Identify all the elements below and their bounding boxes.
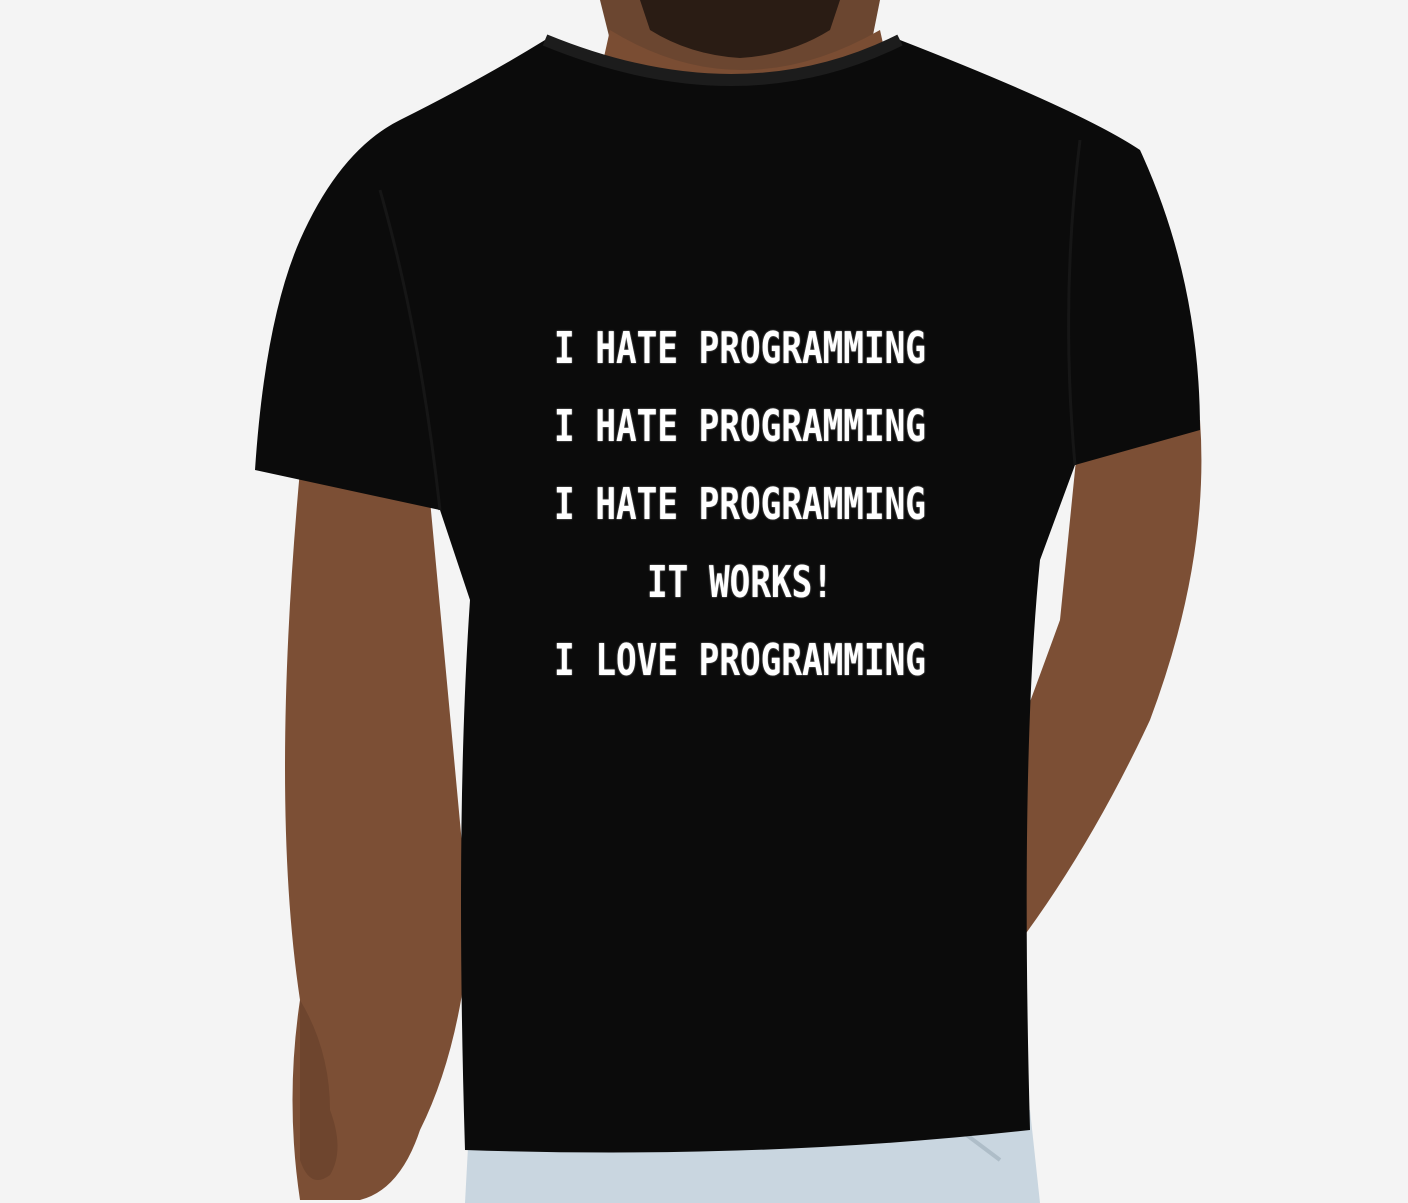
print-line: I LOVE PROGRAMMING (554, 635, 926, 686)
print-line: I HATE PROGRAMMING (554, 479, 926, 530)
print-line: I HATE PROGRAMMING (554, 323, 926, 374)
print-line: IT WORKS! (647, 557, 833, 608)
print-line: I HATE PROGRAMMING (554, 401, 926, 452)
t-shirt-print: I HATE PROGRAMMING I HATE PROGRAMMING I … (537, 310, 943, 700)
product-photo: I HATE PROGRAMMING I HATE PROGRAMMING I … (0, 0, 1408, 1203)
